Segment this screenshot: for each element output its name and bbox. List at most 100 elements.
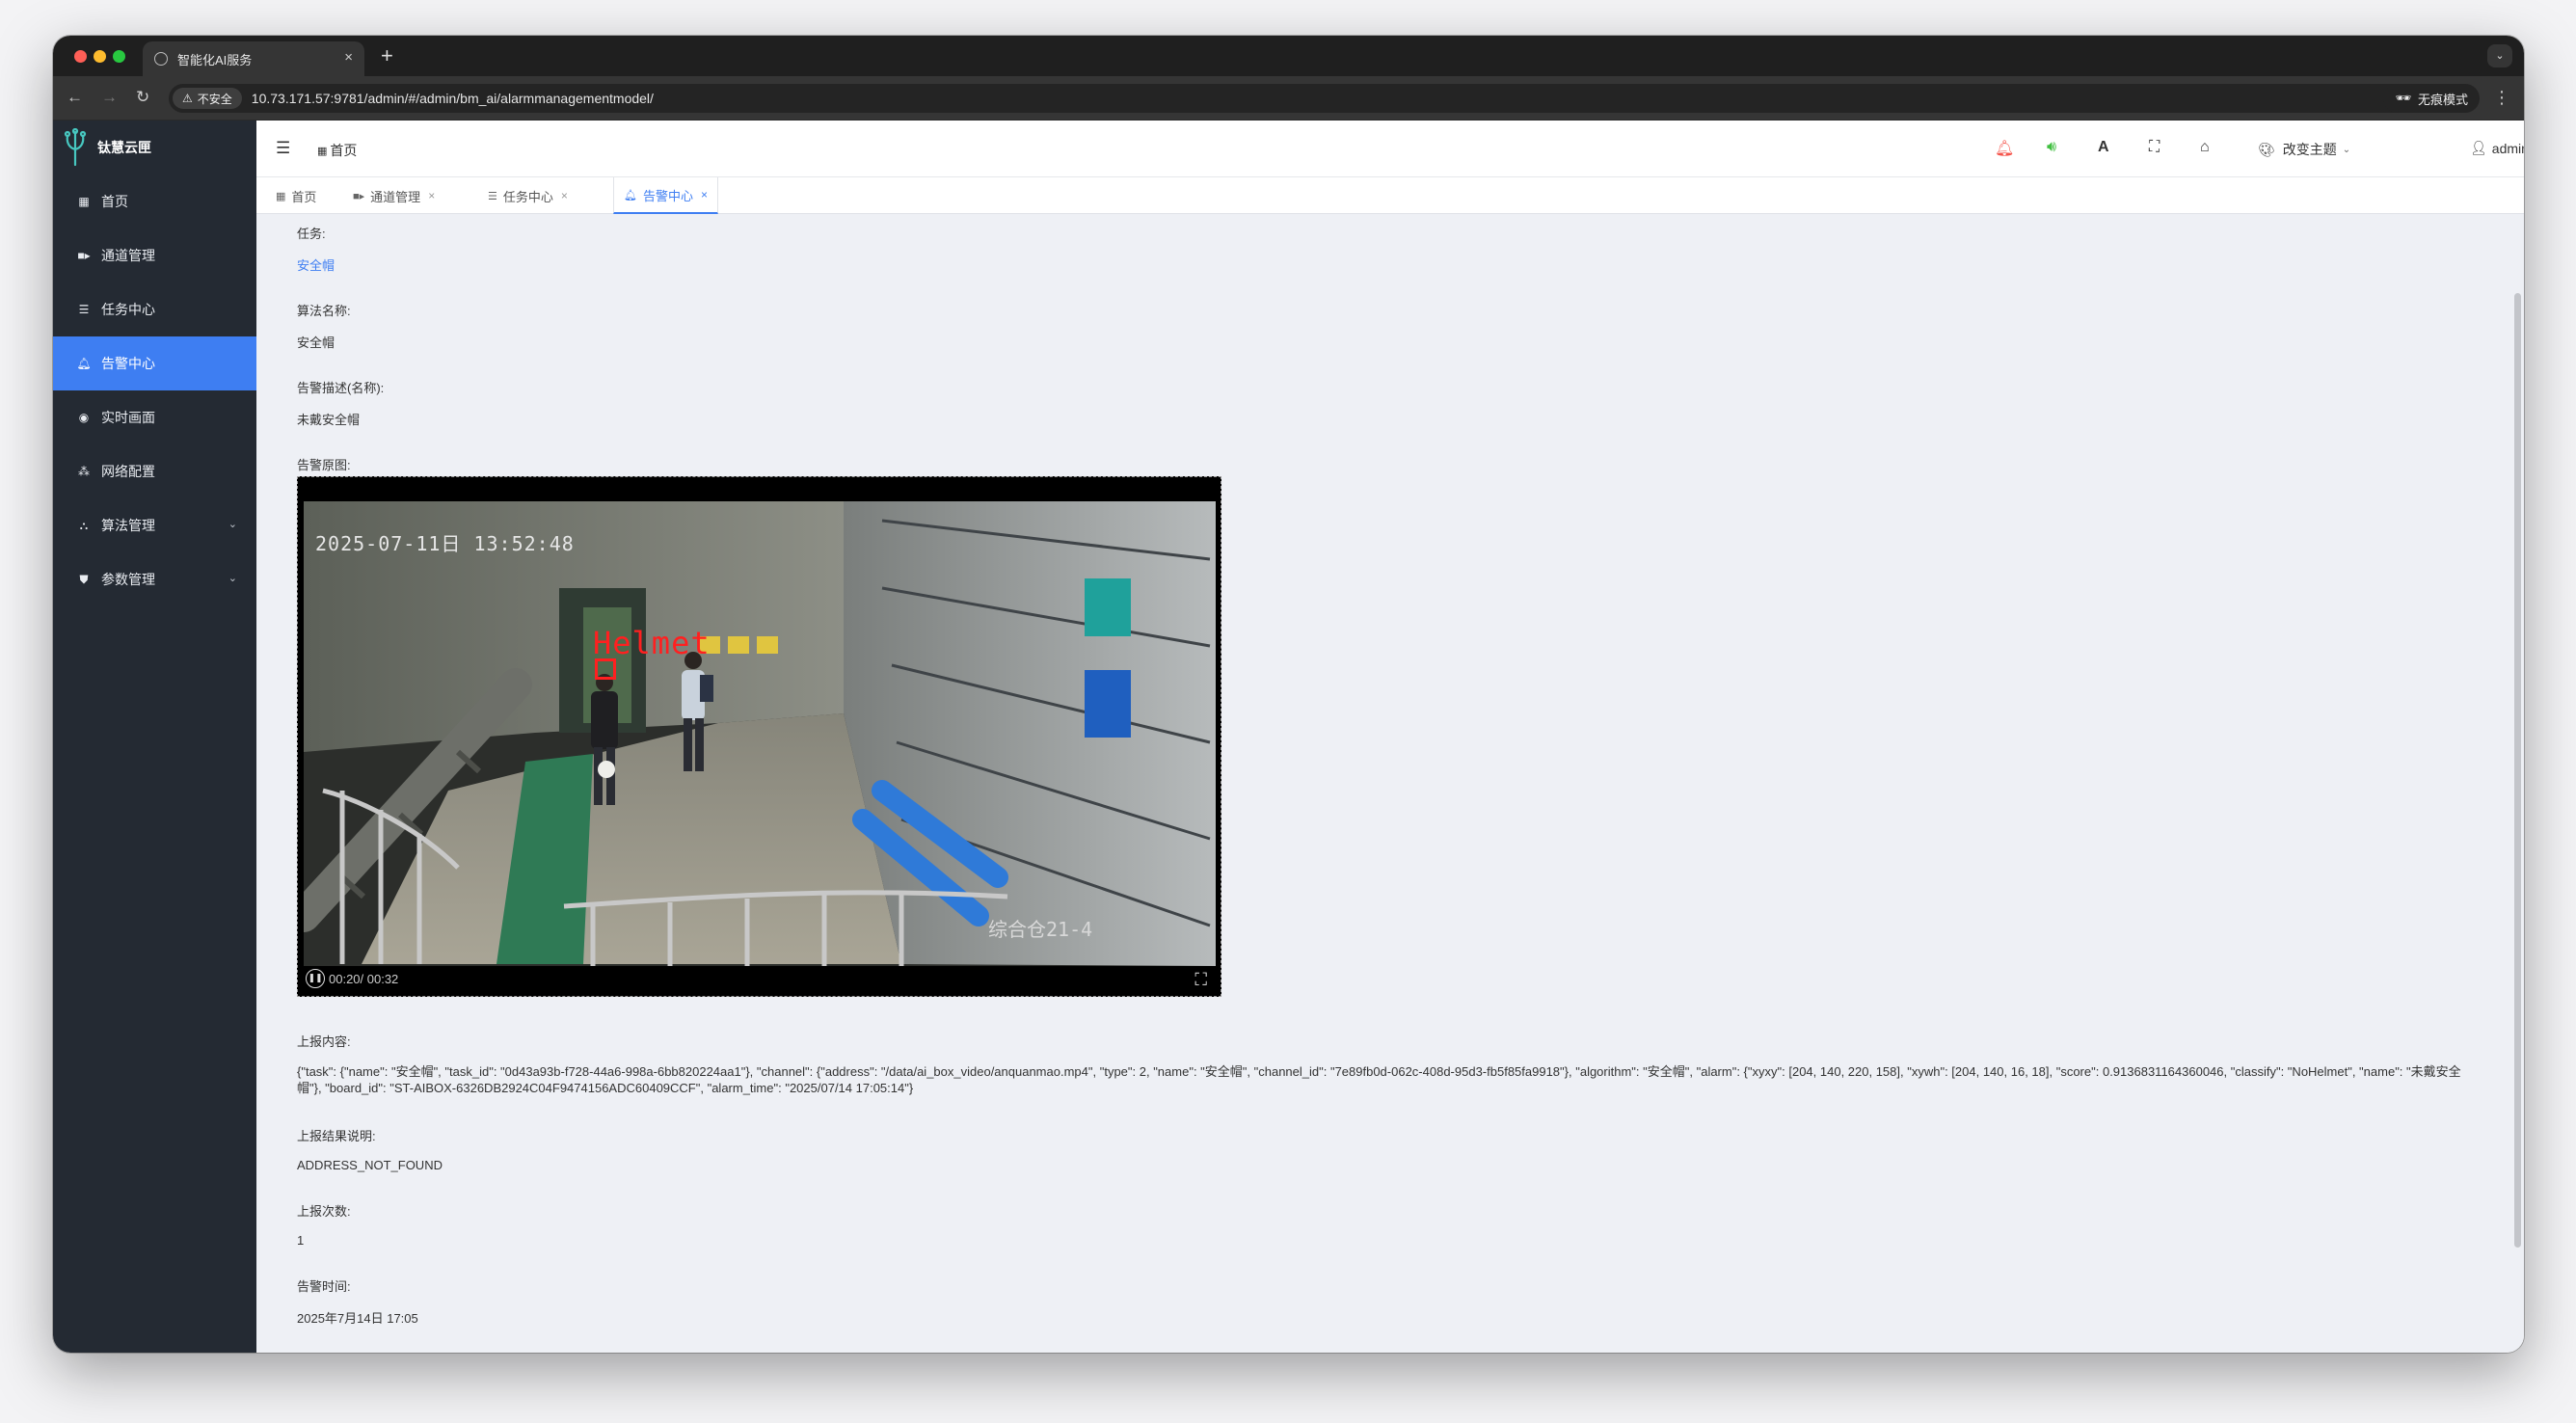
result-value: ADDRESS_NOT_FOUND (297, 1158, 443, 1172)
result-label: 上报结果说明: (297, 1129, 376, 1143)
time-field: 告警时间: 2025年7月14日 17:05 (297, 1276, 418, 1327)
insecure-badge[interactable]: ⚠ 不安全 (173, 88, 242, 109)
app-root: 钛慧云匣 ▦ 首页 ■▸ 通道管理 ☰ 任务中心 🔔︎ 告警中心 ◉ 实时画面 (53, 121, 2524, 1353)
grid-icon: ▦ (78, 195, 90, 208)
tab-home[interactable]: ▦ 首页 (266, 177, 326, 214)
sidebar-item-live-view[interactable]: ◉ 实时画面 (53, 390, 256, 444)
speaker-icon[interactable]: 🔊︎ (2047, 139, 2056, 156)
network-icon: ⁂ (78, 465, 90, 478)
close-window-button[interactable] (74, 50, 87, 63)
image-label: 告警原图: (297, 458, 351, 472)
task-field: 任务: 安全帽 (297, 224, 335, 274)
sidebar: 钛慧云匣 ▦ 首页 ■▸ 通道管理 ☰ 任务中心 🔔︎ 告警中心 ◉ 实时画面 (53, 121, 256, 1353)
tab-search-chevron-icon[interactable]: ⌄ (2487, 44, 2512, 67)
tab-channels[interactable]: ■▸ 通道管理 × (343, 177, 444, 214)
bell-notification-icon[interactable]: 🔔︎ (1995, 139, 2014, 158)
bell-icon: 🔔︎ (624, 189, 637, 201)
sidebar-item-label: 实时画面 (101, 410, 155, 425)
pause-icon[interactable]: ❚❚ (306, 969, 325, 988)
breadcrumb[interactable]: ▦ 首页 (317, 141, 357, 160)
algorithm-value: 安全帽 (297, 336, 335, 350)
tab-label: 通道管理 (370, 189, 421, 204)
sidebar-item-tasks[interactable]: ☰ 任务中心 (53, 282, 256, 336)
page-tabs: ▦ 首页 ■▸ 通道管理 × ☰ 任务中心 × 🔔︎ 告警中心 × (256, 177, 2524, 214)
zoom-window-button[interactable] (113, 50, 125, 63)
back-arrow-icon[interactable]: ← (67, 88, 83, 107)
new-tab-button[interactable]: + (381, 43, 393, 68)
menu-toggle-icon[interactable]: ☰ (276, 139, 290, 158)
user-name: admin (2491, 140, 2524, 156)
osd-timestamp: 2025-07-11日 13:52:48 (315, 532, 575, 555)
sidebar-item-home[interactable]: ▦ 首页 (53, 175, 256, 228)
home-icon[interactable]: ⌂ (2200, 139, 2210, 156)
minimize-window-button[interactable] (94, 50, 106, 63)
video-camera-icon: ■▸ (77, 249, 91, 262)
fullscreen-icon[interactable]: ⛶ (1194, 970, 1207, 990)
shield-icon: ⛊ (79, 572, 89, 586)
sidebar-item-label: 算法管理 (101, 518, 155, 533)
browser-tab[interactable]: 智能化AI服务 × (143, 41, 364, 76)
tab-label: 告警中心 (642, 188, 693, 203)
insecure-label: 不安全 (197, 92, 232, 106)
logo-icon (64, 128, 87, 167)
video-time: 00:20/ 00:32 (329, 972, 399, 986)
content-scrollbar[interactable] (2514, 293, 2521, 1248)
tab-label: 首页 (291, 189, 317, 204)
sidebar-item-label: 参数管理 (101, 572, 155, 587)
count-label: 上报次数: (297, 1204, 351, 1219)
task-link[interactable]: 安全帽 (297, 255, 335, 274)
address-bar[interactable]: ⚠ 不安全 10.73.171.57:9781/admin/#/admin/bm… (169, 84, 2415, 113)
osd-location: 综合仓21-4 (988, 918, 1093, 941)
count-field: 上报次数: 1 (297, 1201, 351, 1248)
video-controls: ❚❚ 00:20/ 00:32 ⛶ (298, 965, 1221, 996)
globe-icon (154, 52, 168, 66)
tab-tasks[interactable]: ☰ 任务中心 × (478, 177, 577, 214)
reload-icon[interactable]: ↻ (136, 88, 149, 107)
font-size-icon[interactable]: A (2098, 139, 2109, 156)
forward-arrow-icon[interactable]: → (101, 88, 118, 107)
theme-dropdown[interactable]: 🎨︎ 改变主题 ⌄ (2258, 140, 2350, 159)
time-label: 告警时间: (297, 1279, 351, 1294)
logo-text: 钛慧云匣 (97, 140, 151, 155)
user-menu[interactable]: 👤︎ admin ⌄ (2470, 140, 2524, 156)
app-header: ☰ ▦ 首页 🔔︎ 🔊︎ A ⛶ ⌂ 🎨︎ 改变主题 ⌄ 👤︎ admin (256, 121, 2524, 177)
sidebar-item-network[interactable]: ⁂ 网络配置 (53, 444, 256, 498)
browser-toolbar: ← → ↻ ⚠ 不安全 10.73.171.57:9781/admin/#/ad… (53, 76, 2524, 121)
fullscreen-icon[interactable]: ⛶ (2149, 139, 2160, 156)
algorithm-field: 算法名称: 安全帽 (297, 301, 351, 351)
tab-alarms[interactable]: 🔔︎ 告警中心 × (613, 177, 718, 214)
breadcrumb-home: 首页 (330, 143, 358, 158)
sidebar-item-label: 通道管理 (101, 248, 155, 263)
count-value: 1 (297, 1233, 305, 1248)
incognito-label: 无痕模式 (2417, 92, 2468, 107)
report-label: 上报内容: (297, 1034, 351, 1049)
alarm-detail: 任务: 安全帽 算法名称: 安全帽 告警描述(名称): 未戴安全帽 告警原图: (256, 214, 2524, 1353)
server-icon: ☰ (488, 190, 497, 202)
sidebar-item-parameters[interactable]: ⛊ 参数管理 ⌄ (53, 552, 256, 606)
incognito-badge[interactable]: 🕶 无痕模式 (2383, 84, 2480, 113)
result-field: 上报结果说明: ADDRESS_NOT_FOUND (297, 1126, 443, 1172)
grid-icon: ▦ (317, 145, 328, 157)
browser-menu-icon[interactable]: ⋮ (2493, 88, 2510, 108)
browser-tab-close-icon[interactable]: × (344, 49, 353, 66)
sidebar-item-channels[interactable]: ■▸ 通道管理 (53, 228, 256, 282)
warning-triangle-icon: ⚠ (182, 92, 193, 105)
server-icon: ☰ (78, 303, 90, 316)
video-frame: 2025-07-11日 13:52:48 Helmet 综合仓21-4 (304, 501, 1216, 966)
description-field: 告警描述(名称): 未戴安全帽 (297, 378, 384, 428)
browser-tab-strip: 智能化AI服务 × + ⌄ (53, 36, 2524, 76)
chevron-down-icon: ⌄ (2342, 144, 2351, 155)
detection-box (595, 658, 616, 680)
sidebar-item-algorithms[interactable]: ⛬ 算法管理 ⌄ (53, 498, 256, 552)
sidebar-item-label: 网络配置 (101, 464, 155, 479)
tab-close-icon[interactable]: × (701, 188, 708, 201)
main-area: ☰ ▦ 首页 🔔︎ 🔊︎ A ⛶ ⌂ 🎨︎ 改变主题 ⌄ 👤︎ admin (256, 121, 2524, 1353)
chevron-down-icon: ⌄ (228, 519, 237, 530)
logo[interactable]: 钛慧云匣 (53, 121, 256, 175)
tab-label: 任务中心 (502, 189, 553, 204)
alarm-video-player[interactable]: 2025-07-11日 13:52:48 Helmet 综合仓21-4 ❚❚ 0… (297, 476, 1221, 997)
video-camera-icon: ■▸ (353, 190, 365, 202)
sidebar-item-alarms[interactable]: 🔔︎ 告警中心 (53, 336, 256, 390)
tab-close-icon[interactable]: × (428, 189, 435, 202)
tab-close-icon[interactable]: × (561, 189, 568, 202)
